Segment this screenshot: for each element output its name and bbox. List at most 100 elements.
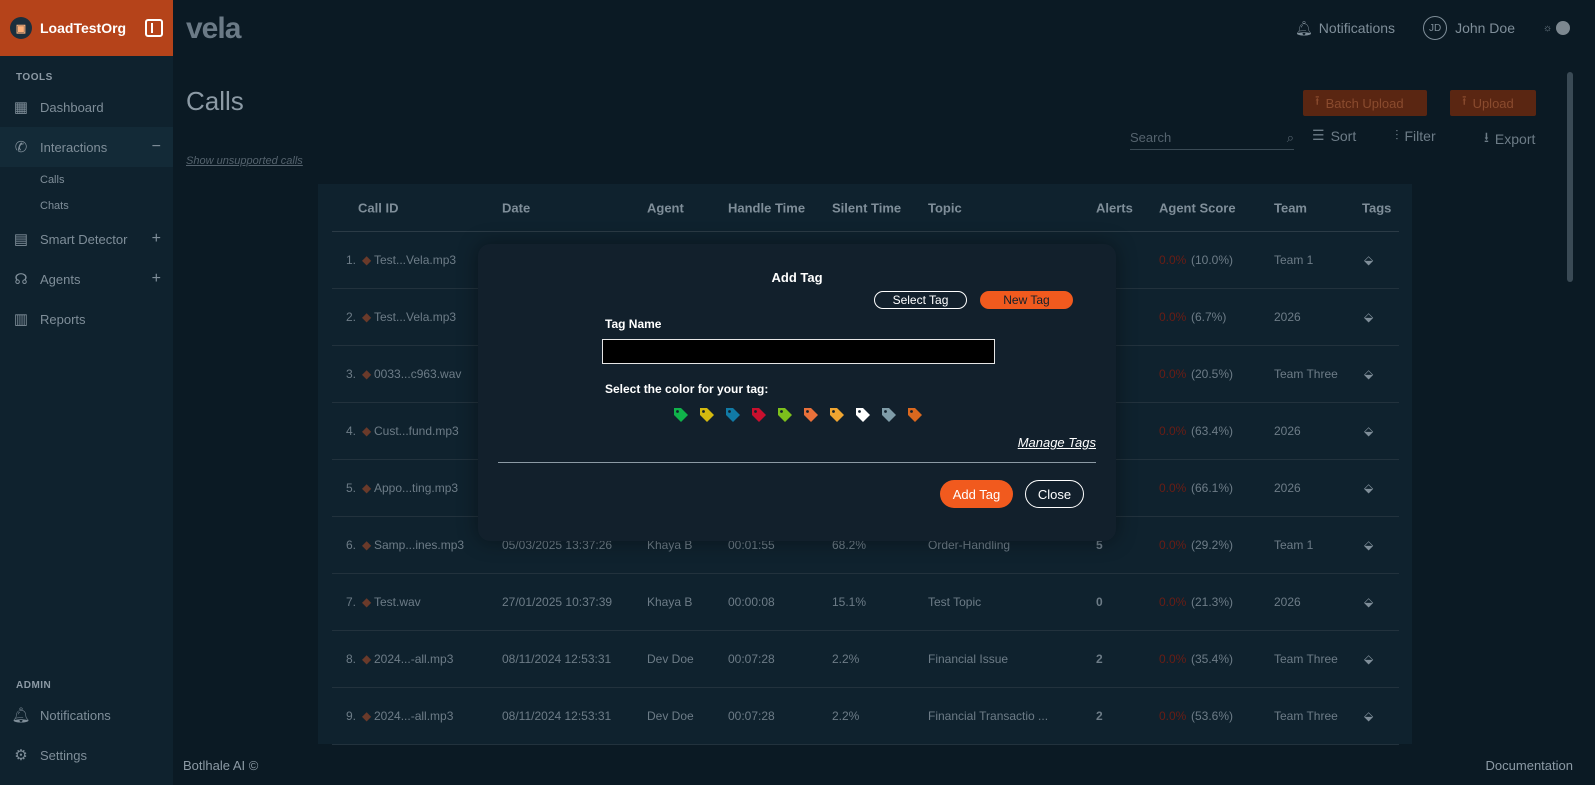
show-unsupported-link[interactable]: Show unsupported calls	[186, 155, 303, 167]
export-label: Export	[1494, 131, 1536, 147]
col-agent[interactable]: Agent	[647, 200, 684, 215]
expand-plus-icon[interactable]: +	[152, 230, 161, 248]
col-alerts[interactable]: Alerts	[1096, 200, 1133, 215]
call-id[interactable]: 2024...-all.mp3	[374, 709, 453, 723]
tag-color-swatch[interactable]	[854, 406, 872, 424]
sidebar-item-notifications[interactable]: 🔔︎ Notifications	[0, 695, 173, 735]
scrollbar-thumb[interactable]	[1567, 72, 1573, 282]
tag-color-swatch[interactable]	[828, 406, 846, 424]
search-placeholder: Search	[1130, 130, 1172, 145]
sidebar-item-interactions[interactable]: ✆ Interactions −	[0, 127, 173, 167]
new-tag-toggle[interactable]: New Tag	[980, 291, 1073, 309]
col-topic[interactable]: Topic	[928, 200, 962, 215]
export-button[interactable]: ⭳ Export	[1484, 127, 1535, 151]
agent-name: Dev Doe	[647, 652, 694, 666]
tag-color-swatch[interactable]	[880, 406, 898, 424]
tag-color-swatch[interactable]	[698, 406, 716, 424]
row-number: 8.	[346, 652, 357, 666]
sidebar-item-label: Interactions	[40, 139, 108, 155]
call-id[interactable]: Appo...ting.mp3	[374, 481, 458, 495]
tag-icon[interactable]: ⬙	[1364, 709, 1373, 723]
call-id[interactable]: Cust...fund.mp3	[374, 424, 459, 438]
select-tag-toggle[interactable]: Select Tag	[874, 291, 967, 309]
sidebar-item-reports[interactable]: ▥ Reports	[0, 299, 173, 339]
upload-button[interactable]: ⭱ Upload	[1450, 90, 1536, 116]
row-number: 7.	[346, 595, 357, 609]
search-icon[interactable]: ⌕	[1287, 130, 1294, 146]
search-input[interactable]: Search ⌕	[1130, 126, 1294, 150]
audio-icon: ◆	[362, 652, 372, 666]
call-id[interactable]: Test...Vela.mp3	[374, 310, 456, 324]
filter-label: Filter	[1404, 127, 1436, 144]
color-label: Select the color for your tag:	[605, 382, 769, 396]
sidebar-subitem-chats[interactable]: Chats	[0, 193, 173, 219]
tag-icon[interactable]: ⬙	[1364, 538, 1373, 552]
call-id[interactable]: Test...Vela.mp3	[374, 253, 456, 267]
notifications-link[interactable]: 🔔︎ Notifications	[1295, 20, 1395, 37]
scrollbar[interactable]	[1565, 60, 1575, 746]
batch-upload-button[interactable]: ⭱ Batch Upload	[1303, 90, 1427, 116]
theme-toggle[interactable]: ☼	[1543, 20, 1571, 36]
add-tag-button[interactable]: Add Tag	[940, 480, 1013, 508]
sort-button[interactable]: ☰ Sort	[1312, 127, 1356, 144]
col-silent-time[interactable]: Silent Time	[832, 200, 901, 215]
agent-score: 0.0%	[1159, 652, 1187, 666]
collapse-minus-icon[interactable]: −	[152, 138, 161, 156]
tag-icon[interactable]: ⬙	[1364, 481, 1373, 495]
tag-icon[interactable]: ⬙	[1364, 424, 1373, 438]
brand-logo: vela	[186, 12, 241, 45]
call-id[interactable]: Samp...ines.mp3	[374, 538, 464, 552]
sidebar-subitem-calls[interactable]: Calls	[0, 167, 173, 193]
filter-button[interactable]: ⫶ Filter	[1395, 127, 1436, 144]
call-date: 27/01/2025 10:37:39	[502, 595, 613, 609]
sidebar-item-dashboard[interactable]: ▦ Dashboard	[0, 87, 173, 127]
tag-color-swatch[interactable]	[906, 406, 924, 424]
org-switcher[interactable]: ▣ LoadTestOrg	[0, 0, 173, 56]
tag-icon	[674, 408, 688, 422]
sun-icon: ☼	[1543, 22, 1553, 34]
table-row[interactable]: 9. ◆ 2024...-all.mp3 08/11/2024 12:53:31 Dev…	[332, 688, 1399, 745]
call-id[interactable]: Test.wav	[374, 595, 421, 609]
table-row[interactable]: 8. ◆ 2024...-all.mp3 08/11/2024 12:53:31 Dev…	[332, 631, 1399, 688]
tag-color-swatch[interactable]	[724, 406, 742, 424]
tag-color-swatch[interactable]	[672, 406, 690, 424]
manage-tags-link[interactable]: Manage Tags	[1018, 435, 1096, 450]
call-id[interactable]: 0033...c963.wav	[374, 367, 461, 381]
org-name: LoadTestOrg	[40, 20, 127, 36]
sidebar-item-settings[interactable]: ⚙ Settings	[0, 735, 173, 775]
tag-icon[interactable]: ⬙	[1364, 652, 1373, 666]
sidebar-item-agents[interactable]: ☊ Agents +	[0, 259, 173, 299]
row-number: 6.	[346, 538, 357, 552]
tag-icon[interactable]: ⬙	[1364, 595, 1373, 609]
agent-score: 0.0%	[1159, 538, 1187, 552]
tag-icon[interactable]: ⬙	[1364, 367, 1373, 381]
table-row[interactable]: 7. ◆ Test.wav 27/01/2025 10:37:39 Khaya B 00:…	[332, 574, 1399, 631]
col-tags[interactable]: Tags	[1362, 200, 1391, 215]
tag-color-swatch[interactable]	[802, 406, 820, 424]
col-handle-time[interactable]: Handle Time	[728, 200, 805, 215]
tag-icon[interactable]: ⬙	[1364, 253, 1373, 267]
tag-icon	[726, 408, 740, 422]
agent-score: 0.0%	[1159, 367, 1187, 381]
col-date[interactable]: Date	[502, 200, 530, 215]
col-team[interactable]: Team	[1274, 200, 1307, 215]
notifications-label: Notifications	[1318, 20, 1396, 36]
tag-name-input[interactable]	[602, 339, 995, 364]
tag-icon[interactable]: ⬙	[1364, 310, 1373, 324]
close-button[interactable]: Close	[1025, 480, 1084, 508]
user-menu[interactable]: JD John Doe	[1423, 16, 1515, 40]
tag-color-swatch[interactable]	[776, 406, 794, 424]
agent-score: 0.0%	[1159, 481, 1187, 495]
collapse-sidebar-icon[interactable]	[145, 19, 163, 37]
expand-plus-icon[interactable]: +	[152, 270, 161, 288]
org-logo-icon: ▣	[10, 17, 32, 39]
tag-color-swatch[interactable]	[750, 406, 768, 424]
team: 2026	[1274, 310, 1301, 324]
col-call-id[interactable]: Call ID	[358, 200, 398, 215]
agent-score: 0.0%	[1159, 709, 1187, 723]
sidebar-item-smart-detector[interactable]: ▤ Smart Detector +	[0, 219, 173, 259]
col-agent-score[interactable]: Agent Score	[1159, 200, 1236, 215]
documentation-link[interactable]: Documentation	[1486, 758, 1573, 773]
tag-icon	[830, 408, 844, 422]
call-id[interactable]: 2024...-all.mp3	[374, 652, 453, 666]
